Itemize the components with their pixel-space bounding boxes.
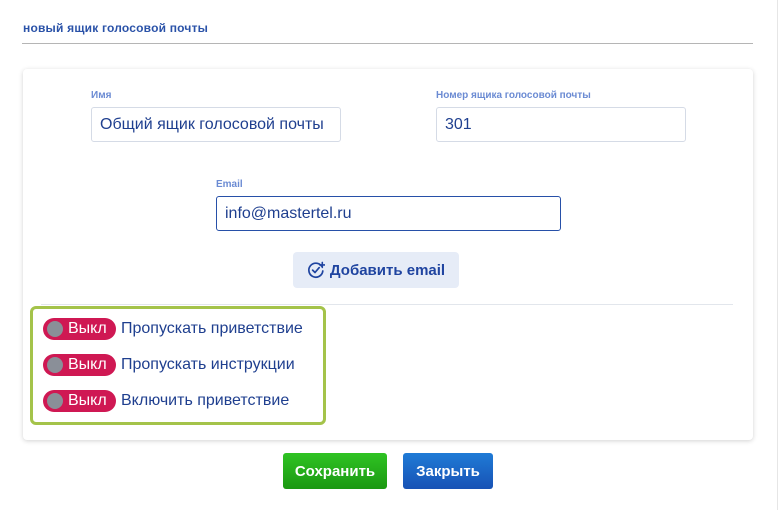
toggle-state-label: Выкл: [68, 356, 107, 373]
title-divider: [22, 43, 753, 44]
toggle-knob: [47, 357, 63, 373]
toggle-knob: [47, 393, 63, 409]
add-circle-check-icon: [307, 261, 325, 279]
toggle-state-label: Выкл: [68, 392, 107, 409]
mailbox-number-field[interactable]: [436, 107, 686, 142]
skip-instructions-toggle[interactable]: Выкл: [43, 354, 116, 376]
mailbox-number-label: Номер ящика голосовой почты: [436, 90, 591, 101]
close-button[interactable]: Закрыть: [403, 453, 493, 489]
email-field-label: Email: [216, 179, 243, 190]
skip-greeting-toggle[interactable]: Выкл: [43, 318, 116, 340]
toggle-state-label: Выкл: [68, 320, 107, 337]
save-button[interactable]: Сохранить: [283, 453, 387, 489]
skip-instructions-label: Пропускать инструкции: [121, 356, 295, 373]
toggle-knob: [47, 321, 63, 337]
toggle-row-skip-instructions: Выкл Пропускать инструкции: [43, 354, 295, 376]
skip-greeting-label: Пропускать приветствие: [121, 320, 303, 337]
enable-greeting-label: Включить приветствие: [121, 392, 290, 409]
add-email-label: Добавить email: [329, 261, 446, 279]
name-field-label: Имя: [91, 90, 112, 101]
enable-greeting-toggle[interactable]: Выкл: [43, 390, 116, 412]
form-divider: [41, 304, 733, 305]
dialog-title: новый ящик голосовой почты: [23, 21, 209, 35]
toggle-row-enable-greeting: Выкл Включить приветствие: [43, 390, 289, 412]
add-email-button[interactable]: Добавить email: [293, 252, 459, 288]
email-field[interactable]: [216, 196, 561, 231]
name-field[interactable]: [91, 107, 341, 142]
toggle-row-skip-greeting: Выкл Пропускать приветствие: [43, 318, 303, 340]
